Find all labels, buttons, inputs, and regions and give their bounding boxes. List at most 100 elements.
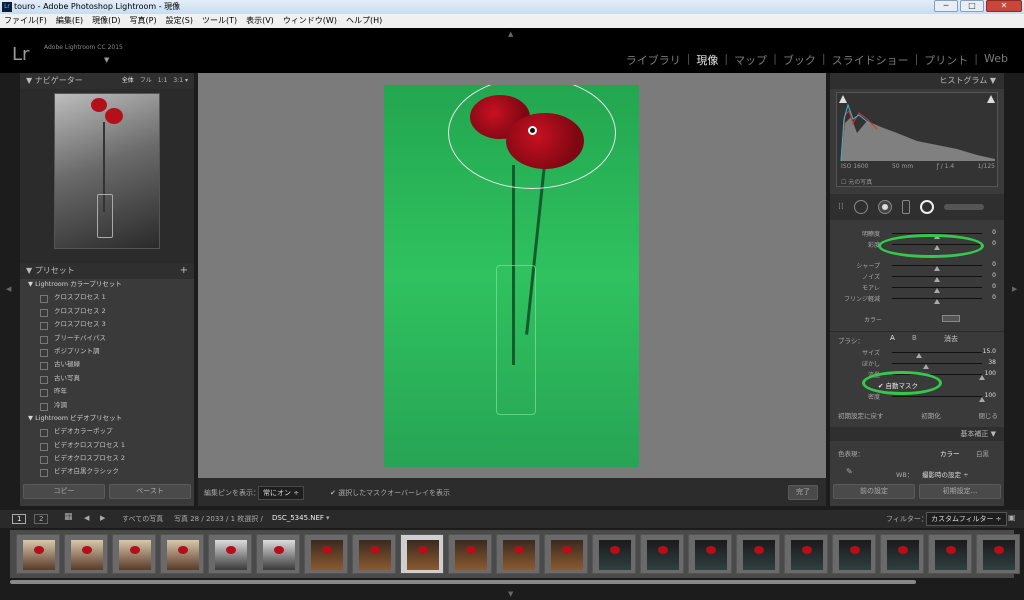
navigator-header[interactable]: ▼ ナビゲーター 全体 フル 1:1 3:1 ▾ — [20, 73, 194, 89]
slider-value[interactable]: 0 — [992, 283, 996, 290]
slider-defringe[interactable]: フリンジ軽減 0 — [836, 293, 998, 304]
slider-track[interactable] — [892, 276, 982, 282]
preset-item[interactable]: 冷調 — [20, 399, 194, 412]
identity-dropdown-icon[interactable]: ▼ — [104, 56, 109, 64]
filename-menu-icon[interactable]: ▾ — [326, 514, 330, 522]
filmstrip[interactable] — [10, 530, 1020, 578]
slider-noise[interactable]: ノイズ 0 — [836, 271, 998, 282]
edit-pin[interactable] — [528, 126, 537, 135]
preset-item[interactable]: ビデオ白黒クラシック — [20, 465, 194, 478]
brush-a-button[interactable]: A — [890, 334, 895, 342]
treatment-bw-button[interactable]: 白黒 — [976, 448, 989, 458]
preset-group-video[interactable]: ▼ Lightroom ビデオプリセット — [20, 412, 194, 425]
menu-tools[interactable]: ツール(T) — [202, 14, 237, 28]
grid-view-icon[interactable]: ▦ — [64, 512, 73, 522]
slider-value[interactable]: 38 — [988, 359, 996, 366]
slider-value[interactable]: 0 — [992, 272, 996, 279]
module-develop[interactable]: 現像 — [690, 52, 724, 68]
filmstrip-thumbnail[interactable] — [736, 534, 780, 574]
slider-value[interactable]: 15.0 — [983, 348, 996, 355]
preset-item[interactable]: ブリーチバイパス — [20, 332, 194, 345]
module-slideshow[interactable]: スライドショー — [826, 52, 915, 68]
preset-item[interactable]: 古い褪緑 — [20, 358, 194, 371]
filmstrip-thumbnail[interactable] — [304, 534, 348, 574]
radial-filter-ellipse[interactable] — [448, 85, 616, 189]
module-book[interactable]: ブック — [777, 52, 822, 68]
zoom-1-1[interactable]: 1:1 — [158, 73, 168, 89]
slider-brush-feather[interactable]: ぼかし 38 — [836, 358, 998, 369]
reset-button[interactable]: 初期化 — [921, 410, 941, 420]
slider-brush-size[interactable]: サイズ 15.0 — [836, 347, 998, 358]
slider-track[interactable] — [892, 352, 982, 358]
filmstrip-thumbnail[interactable] — [256, 534, 300, 574]
photo-with-mask-overlay[interactable] — [384, 85, 639, 467]
slider-track[interactable] — [892, 363, 982, 369]
slider-value[interactable]: 0 — [992, 229, 996, 236]
show-mask-overlay-checkbox[interactable]: ✔ 選択したマスクオーバーレイを表示 — [330, 488, 450, 498]
preset-item[interactable]: クロスプロセス 3 — [20, 318, 194, 331]
slider-value[interactable]: 0 — [992, 261, 996, 268]
zoom-3-1[interactable]: 3:1 ▾ — [173, 73, 188, 89]
reset-defaults-button[interactable]: 初期設定に戻す — [838, 410, 884, 420]
back-arrow-icon[interactable]: ◀ — [84, 514, 89, 522]
filmstrip-thumbnail[interactable] — [784, 534, 828, 574]
spot-removal-icon[interactable] — [853, 200, 868, 214]
original-photo-checkbox[interactable]: ☐ 元の写真 — [841, 177, 872, 186]
crop-overlay-icon[interactable]: ⁞⁞ — [838, 202, 844, 212]
forward-arrow-icon[interactable]: ▶ — [100, 514, 105, 522]
zoom-fit[interactable]: 全体 — [122, 73, 134, 89]
filmstrip-thumbnail[interactable] — [880, 534, 924, 574]
bottom-panel-toggle-icon[interactable]: ▼ — [508, 590, 513, 598]
minimize-button[interactable]: ─ — [934, 0, 958, 12]
wb-select[interactable]: 撮影時の設定 ÷ — [922, 469, 969, 479]
close-panel-button[interactable]: 閉じる — [979, 410, 999, 420]
preset-item[interactable]: ビデオカラーポップ — [20, 425, 194, 438]
paste-button[interactable]: ペースト — [109, 484, 191, 499]
histogram[interactable]: ISO 1600 50 mm ƒ / 1.4 1/125 ☐ 元の写真 — [836, 92, 998, 187]
left-panel-toggle-icon[interactable]: ◀ — [6, 285, 11, 293]
filmstrip-thumbnail[interactable] — [496, 534, 540, 574]
filmstrip-thumbnail[interactable] — [16, 534, 60, 574]
filmstrip-thumbnail[interactable] — [208, 534, 252, 574]
slider-value[interactable]: 100 — [985, 370, 996, 377]
top-panel-toggle-icon[interactable]: ▲ — [508, 30, 513, 38]
navigator-preview[interactable] — [20, 89, 194, 265]
module-print[interactable]: プリント — [918, 52, 974, 68]
copy-button[interactable]: コピー — [23, 484, 105, 499]
slider-track[interactable] — [892, 265, 982, 271]
basic-panel-header[interactable]: 基本補正 ▼ — [830, 427, 1004, 441]
menu-settings[interactable]: 設定(S) — [166, 14, 193, 28]
preset-item[interactable]: 昨年 — [20, 385, 194, 398]
preset-item[interactable]: ビデオクロスプロセス 1 — [20, 439, 194, 452]
filmstrip-thumbnail[interactable] — [112, 534, 156, 574]
menu-window[interactable]: ウィンドウ(W) — [283, 14, 337, 28]
filmstrip-thumbnail[interactable] — [592, 534, 636, 574]
adjustment-brush-icon[interactable] — [943, 204, 984, 210]
filmstrip-thumbnail[interactable] — [640, 534, 684, 574]
filter-select[interactable]: カスタムフィルター ÷ — [926, 512, 1007, 526]
right-panel-toggle-icon[interactable]: ▶ — [1012, 285, 1017, 293]
filmstrip-thumbnail[interactable] — [976, 534, 1020, 574]
slider-track[interactable] — [892, 298, 982, 304]
wb-picker-icon[interactable]: ✎ — [846, 467, 853, 476]
filmstrip-thumbnail[interactable] — [448, 534, 492, 574]
slider-value[interactable]: 100 — [985, 392, 996, 399]
filmstrip-thumbnail[interactable] — [832, 534, 876, 574]
restore-button[interactable]: □ — [960, 0, 984, 12]
filmstrip-scrollbar[interactable] — [10, 580, 916, 584]
module-web[interactable]: Web — [978, 52, 1014, 68]
filmstrip-thumbnail[interactable] — [352, 534, 396, 574]
menu-develop[interactable]: 現像(D) — [92, 14, 120, 28]
image-view[interactable] — [198, 73, 826, 478]
previous-settings-button[interactable]: 前の設定 — [833, 484, 915, 499]
slider-sharpness[interactable]: シャープ 0 — [836, 260, 998, 271]
preset-item[interactable]: クロスプロセス 2 — [20, 305, 194, 318]
preset-item[interactable]: ポジプリント調 — [20, 345, 194, 358]
menu-edit[interactable]: 編集(E) — [56, 14, 83, 28]
filmstrip-source[interactable]: すべての写真 — [122, 514, 163, 524]
filmstrip-thumbnail[interactable] — [544, 534, 588, 574]
slider-value[interactable]: 0 — [992, 294, 996, 301]
filmstrip-thumbnail[interactable] — [928, 534, 972, 574]
filmstrip-thumbnail[interactable] — [688, 534, 732, 574]
treatment-color-button[interactable]: カラー — [940, 448, 960, 458]
